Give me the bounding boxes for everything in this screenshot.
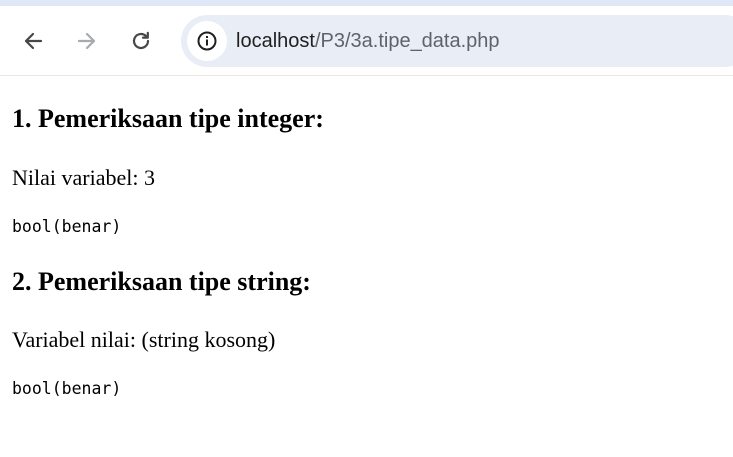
reload-icon [132,31,150,50]
section-heading-string: 2. Pemeriksaan tipe string: [12,267,311,296]
string-value-line: Variabel nilai: (string kosong) [12,327,276,352]
back-button[interactable] [14,22,52,60]
integer-bool-dump: bool(benar) [12,217,122,236]
browser-toolbar: localhost/P3/3a.tipe_data.php [0,0,733,76]
info-icon [197,31,217,51]
page-content: 1. Pemeriksaan tipe integer: Nilai varia… [0,77,733,457]
url-path: /P3/3a.tipe_data.php [314,30,500,52]
forward-button[interactable] [68,22,106,60]
arrow-right-icon [77,32,96,50]
section-heading-integer: 1. Pemeriksaan tipe integer: [12,104,324,133]
url-text[interactable]: localhost/P3/3a.tipe_data.php [236,28,500,54]
url-host: localhost [236,30,315,52]
string-bool-dump: bool(benar) [12,379,122,398]
integer-value-line: Nilai variabel: 3 [12,165,155,190]
reload-button[interactable] [122,22,160,60]
address-bar[interactable]: localhost/P3/3a.tipe_data.php [181,15,733,67]
tab-strip [0,0,733,6]
arrow-left-icon [24,32,43,50]
site-info-button[interactable] [187,21,227,61]
